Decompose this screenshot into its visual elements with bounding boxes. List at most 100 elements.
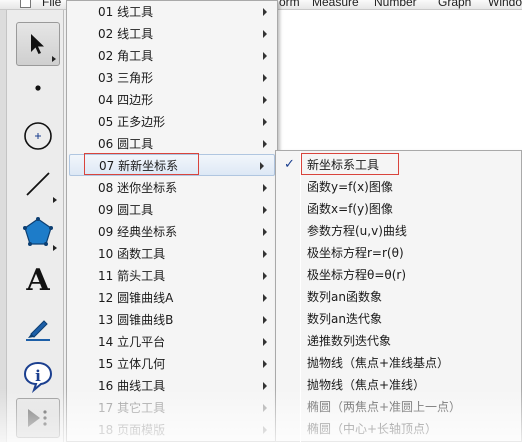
polygon-tool-button[interactable]	[16, 210, 60, 254]
menu-item-label: 02 角工具	[98, 49, 154, 63]
toolbox: A i	[0, 10, 64, 442]
submenu-item-label: 函数y=f(x)图像	[307, 180, 393, 194]
chevron-right-icon	[263, 140, 267, 148]
menu-number[interactable]: Number	[374, 0, 417, 9]
custom-tools-menu: 01 线工具 02 线工具 02 角工具 03 三角形 04 四边形 05 正多…	[66, 0, 278, 442]
menu-item-label: 09 经典坐标系	[98, 225, 178, 239]
menu-item[interactable]: 18 页面模版	[67, 419, 277, 441]
menu-item-label: 05 正多边形	[98, 115, 166, 129]
text-tool-button[interactable]: A	[16, 258, 60, 302]
submenu-item[interactable]: 参数方程(u,v)曲线	[276, 220, 521, 242]
annotation-box	[301, 153, 399, 175]
chevron-right-icon	[263, 74, 267, 82]
chevron-right-icon	[263, 228, 267, 236]
submenu-item[interactable]: 数列an函数象	[276, 286, 521, 308]
chevron-right-icon	[263, 206, 267, 214]
menu-item[interactable]: 01 线工具	[67, 1, 277, 23]
menu-item-label: 06 圆工具	[98, 137, 154, 151]
menu-item[interactable]: 02 线工具	[67, 23, 277, 45]
menu-item-label: 01 线工具	[98, 5, 154, 19]
menu-item[interactable]: 09 经典坐标系	[67, 221, 277, 243]
custom-tool-icon	[28, 409, 47, 427]
chevron-right-icon	[263, 360, 267, 368]
information-tool-button[interactable]: i	[16, 354, 60, 398]
submenu-item-label: 极坐标方程r=r(θ)	[307, 246, 404, 260]
menu-item-label: 02 线工具	[98, 27, 154, 41]
submenu-item-label: 函数x=f(y)图像	[307, 202, 393, 216]
submenu-item[interactable]: 函数y=f(x)图像	[276, 176, 521, 198]
menu-item[interactable]: 10 函数工具	[67, 243, 277, 265]
chevron-right-icon	[263, 52, 267, 60]
submenu-item[interactable]: 椭圆（中心+长轴顶点）	[276, 418, 521, 440]
straightedge-tool-button[interactable]	[16, 162, 60, 206]
menu-window[interactable]: Windo	[488, 0, 522, 9]
submenu-item[interactable]: 极坐标方程r=r(θ)	[276, 242, 521, 264]
menu-item[interactable]: 03 三角形	[67, 67, 277, 89]
submenu-item[interactable]: 递推数列迭代象	[276, 330, 521, 352]
point-tool-button[interactable]	[16, 66, 60, 110]
menu-item[interactable]: 11 箭头工具	[67, 265, 277, 287]
submenu-item[interactable]: 抛物线（焦点+准线）	[276, 374, 521, 396]
app-icon	[20, 0, 31, 8]
menu-item-label: 04 四边形	[98, 93, 154, 107]
submenu-item-label: 椭圆（中心+长轴顶点）	[307, 422, 438, 436]
menu-item[interactable]: 14 立几平台	[67, 331, 277, 353]
menu-item-label: 18 页面模版	[98, 423, 166, 437]
menu-item-label: 10 函数工具	[98, 247, 166, 261]
menu-transform[interactable]: orm	[279, 0, 300, 9]
menu-item[interactable]: 16 曲线工具	[67, 375, 277, 397]
chevron-right-icon	[263, 118, 267, 126]
text-tool-icon: A	[26, 262, 50, 298]
coordinate-system-submenu: ✓ 新坐标系工具 函数y=f(x)图像 函数x=f(y)图像 参数方程(u,v)曲…	[275, 150, 522, 442]
arrow-tool-button[interactable]	[16, 22, 60, 66]
marker-tool-button[interactable]	[16, 306, 60, 350]
more-tools-indicator	[53, 197, 57, 203]
compass-tool-icon	[24, 122, 52, 150]
chevron-right-icon	[263, 250, 267, 258]
information-tool-icon: i	[23, 361, 53, 393]
more-tools-indicator	[52, 56, 56, 62]
menu-item-label: 14 立几平台	[98, 335, 166, 349]
menu-item-label: 03 三角形	[98, 71, 154, 85]
chevron-right-icon	[263, 184, 267, 192]
menu-item[interactable]: 04 四边形	[67, 89, 277, 111]
custom-tool-button[interactable]	[16, 398, 60, 438]
submenu-item-label: 抛物线（焦点+准线）	[307, 378, 426, 392]
chevron-right-icon	[263, 382, 267, 390]
menu-item[interactable]: 02 角工具	[67, 45, 277, 67]
menu-item-label: 16 曲线工具	[98, 379, 166, 393]
toolbox-grip[interactable]	[0, 10, 7, 442]
submenu-item[interactable]: 函数x=f(y)图像	[276, 198, 521, 220]
chevron-right-icon	[263, 272, 267, 280]
menu-item-label: 17 其它工具	[98, 401, 166, 415]
menu-file[interactable]: File	[42, 0, 61, 9]
menu-item[interactable]: 17 其它工具	[67, 397, 277, 419]
chevron-right-icon	[263, 404, 267, 412]
menu-measure[interactable]: Measure	[312, 0, 359, 9]
menu-item-label: 08 迷你坐标系	[98, 181, 178, 195]
submenu-item-label: 数列an迭代象	[307, 312, 382, 326]
menu-item[interactable]: 15 立体几何	[67, 353, 277, 375]
menu-item[interactable]: 08 迷你坐标系	[67, 177, 277, 199]
chevron-right-icon	[263, 316, 267, 324]
menu-item[interactable]: 12 圆锥曲线A	[67, 287, 277, 309]
menu-item-label: 13 圆锥曲线B	[98, 313, 174, 327]
menu-item[interactable]: 09 圆工具	[67, 199, 277, 221]
arrow-tool-icon	[31, 34, 44, 54]
menu-item[interactable]: 05 正多边形	[67, 111, 277, 133]
menu-graph[interactable]: Graph	[438, 0, 471, 9]
submenu-item[interactable]: 抛物线（焦点+准线基点）	[276, 352, 521, 374]
submenu-item-label: 极坐标方程θ=θ(r)	[307, 268, 407, 282]
menu-item-label: 09 圆工具	[98, 203, 154, 217]
compass-tool-button[interactable]	[16, 114, 60, 158]
menu-item-label: 11 箭头工具	[98, 269, 166, 283]
submenu-item[interactable]: 椭圆（两焦点+准圆上一点）	[276, 396, 521, 418]
menu-item[interactable]: 06 圆工具	[67, 133, 277, 155]
submenu-item[interactable]: 数列an迭代象	[276, 308, 521, 330]
submenu-item[interactable]: 极坐标方程θ=θ(r)	[276, 264, 521, 286]
annotation-box	[84, 153, 199, 175]
menu-item-label: 12 圆锥曲线A	[98, 291, 174, 305]
checkmark-icon: ✓	[284, 157, 295, 172]
marker-tool-icon	[26, 320, 50, 341]
menu-item[interactable]: 13 圆锥曲线B	[67, 309, 277, 331]
